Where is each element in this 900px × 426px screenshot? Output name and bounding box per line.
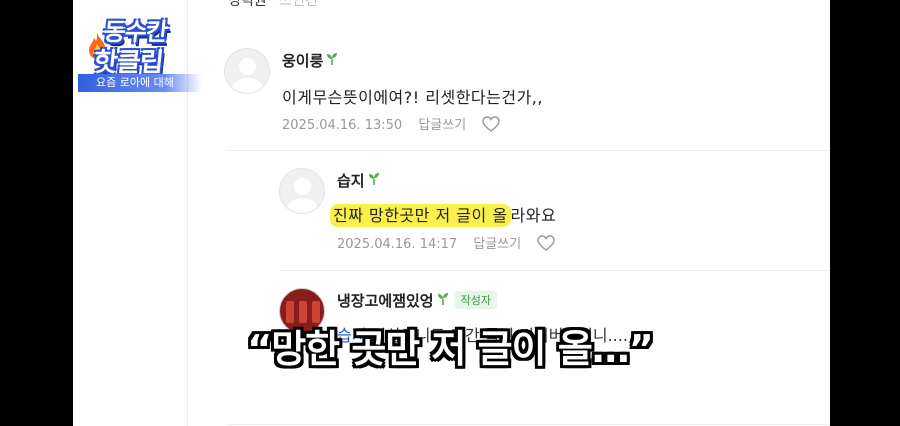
- heart-icon[interactable]: [537, 235, 555, 251]
- text-rest: 라와요: [510, 206, 557, 225]
- highlighted-text: 진짜 망한곳만 저 글이 올: [330, 204, 511, 227]
- sprout-icon: [327, 53, 338, 65]
- nickname-text[interactable]: 냉장고에잼있엉: [337, 292, 434, 310]
- heart-icon[interactable]: [482, 116, 500, 132]
- comment-meta: 2025.04.16. 13:50 답글쓰기: [282, 114, 500, 133]
- logo-subtitle: 요즘 로아에 대해: [78, 74, 202, 92]
- reply-button[interactable]: 답글쓰기: [473, 237, 521, 252]
- sprout-icon: [368, 173, 379, 185]
- nickname-text[interactable]: 습지: [337, 172, 365, 190]
- nickname-text[interactable]: 웅이룽: [282, 52, 323, 70]
- partial-name: 성덕원: [228, 0, 267, 9]
- comment-nickname[interactable]: 웅이룽: [282, 50, 338, 71]
- avatar[interactable]: [224, 48, 270, 94]
- author-badge: 작성자: [454, 291, 497, 309]
- comment-text: 진짜 망한곳만 저 글이 올 라와요: [330, 202, 557, 227]
- comment-nickname[interactable]: 냉장고에잼있엉 작성자: [337, 290, 497, 311]
- comment-nickname[interactable]: 습지: [337, 170, 380, 191]
- video-caption: “망한 곳만 저 글이 올…”: [247, 327, 654, 371]
- comment-date: 2025.04.16. 13:50: [282, 118, 403, 133]
- reply-button[interactable]: 답글쓰기: [418, 118, 466, 133]
- comment-divider: [228, 150, 830, 151]
- partial-header: 성덕원 쓰인건: [228, 0, 318, 10]
- avatar[interactable]: [279, 168, 325, 214]
- comment-divider: [228, 424, 830, 425]
- comment-divider: [280, 270, 830, 271]
- comment-meta: 2025.04.16. 14:17 답글쓰기: [337, 233, 555, 252]
- comment-date: 2025.04.16. 14:17: [337, 237, 458, 252]
- sprout-icon: [437, 293, 448, 305]
- comment-text: 이게무슨뜻이에여?! 리셋한다는건가,,: [282, 88, 543, 107]
- partial-dim-text: 쓰인건: [279, 0, 318, 9]
- channel-logo: 동수칸 핫클립 요즘 로아에 대해: [78, 6, 206, 94]
